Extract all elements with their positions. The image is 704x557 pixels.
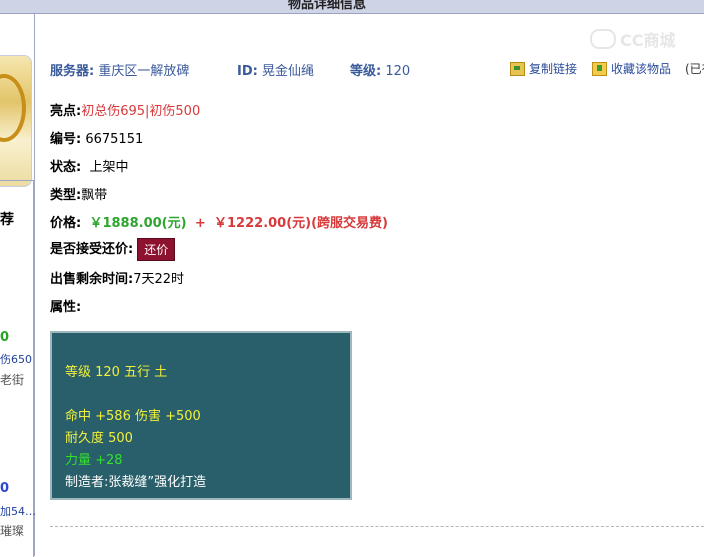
attr-level-line: 等级 120 五行 土 [65,365,168,380]
level-value: 120 [385,64,411,79]
cross-server-fee: ￥1222.00(元)(跨服交易费) [214,216,388,231]
attributes-box: 等级 120 五行 土 命中 +586 伤害 +500 耐久度 500 力量 +… [50,331,352,500]
highlight-value: 初总伤695|初伤500 [81,104,201,119]
recommend-seller: 璀璨 [0,524,25,538]
watermark: CC商城 [590,27,676,51]
server-label: 服务器: [50,64,95,79]
type-row: 类型:飘带 [50,184,107,203]
price-label: 价格: [50,216,82,231]
price-value: ￥1888.00(元) [89,216,187,231]
item-info-bar: 服务器: 重庆区一解放碑 ID: 晃金仙绳 等级: 120 复制链接 收藏该物品… [50,58,704,80]
remaining-time-row: 出售剩余时间:7天22时 [50,268,184,287]
copy-link-icon [510,61,525,76]
attributes-label: 属性: [50,300,82,315]
recommend-item-link[interactable]: 加54… [0,503,36,519]
status-value: 上架中 [89,160,129,175]
watermark-text: CC商城 [620,31,676,50]
attr-stats-line: 命中 +586 伤害 +500 [65,409,201,424]
number-label: 编号: [50,132,82,147]
number-value: 6675151 [85,132,144,147]
recommend-price: 0 [0,330,10,345]
id-value: 晃金仙绳 [261,64,314,79]
attr-durability-line: 耐久度 500 [65,431,133,446]
attr-maker-line: 制造者:张裁缝”强化打造 [65,475,207,490]
number-row: 编号: 6675151 [50,128,143,147]
status-label: 状态: [50,160,82,175]
recommend-price: 0 [0,481,10,496]
page-title: 物品详细信息 [288,0,367,12]
status-row: 状态: 上架中 [50,156,128,175]
attributes-row: 属性: [50,296,81,315]
level-info: 等级: 120 [350,60,410,79]
title-bar: 物品详细信息 [0,0,704,14]
copy-link-label: 复制链接 [529,62,578,76]
recommend-heading: 荐 [0,212,14,228]
server-value: 重庆区一解放碑 [98,64,190,79]
counter-offer-row: 是否接受还价: 还价 [50,238,176,261]
recommend-panel: 荐 0 伤650 老街 0 加54… 璀璨 [0,180,36,557]
recommend-item-link[interactable]: 伤650 [0,351,32,367]
favorite-button[interactable]: 收藏该物品 [592,60,671,77]
item-thumbnail[interactable] [0,55,32,187]
server-info: 服务器: 重庆区一解放碑 [50,60,189,79]
highlight-label: 亮点: [50,104,82,119]
divider [50,526,704,527]
type-label: 类型: [50,188,82,203]
remaining-time-label: 出售剩余时间: [50,272,134,287]
copy-link-button[interactable]: 复制链接 [510,60,577,77]
cloud-logo-icon [590,29,616,49]
price-row: 价格: ￥1888.00(元) + ￥1222.00(元)(跨服交易费) [50,212,388,231]
favorite-label: 收藏该物品 [611,62,672,76]
highlight-row: 亮点:初总伤695|初伤500 [50,100,200,119]
price-plus: + [194,216,206,231]
level-label: 等级: [350,64,382,79]
id-info: ID: 晃金仙绳 [237,60,314,79]
id-label: ID: [237,64,258,79]
attr-strength-line: 力量 +28 [65,453,123,468]
recommend-seller: 老街 [0,373,25,387]
counter-offer-button[interactable]: 还价 [137,238,176,261]
favorite-folder-icon [592,61,607,76]
remaining-time-value: 7天22时 [133,272,185,287]
counter-offer-label: 是否接受还价: [50,242,134,257]
ribbon-image-icon [0,74,26,142]
favorite-count: (已有 [685,62,704,76]
type-value: 飘带 [81,188,108,203]
